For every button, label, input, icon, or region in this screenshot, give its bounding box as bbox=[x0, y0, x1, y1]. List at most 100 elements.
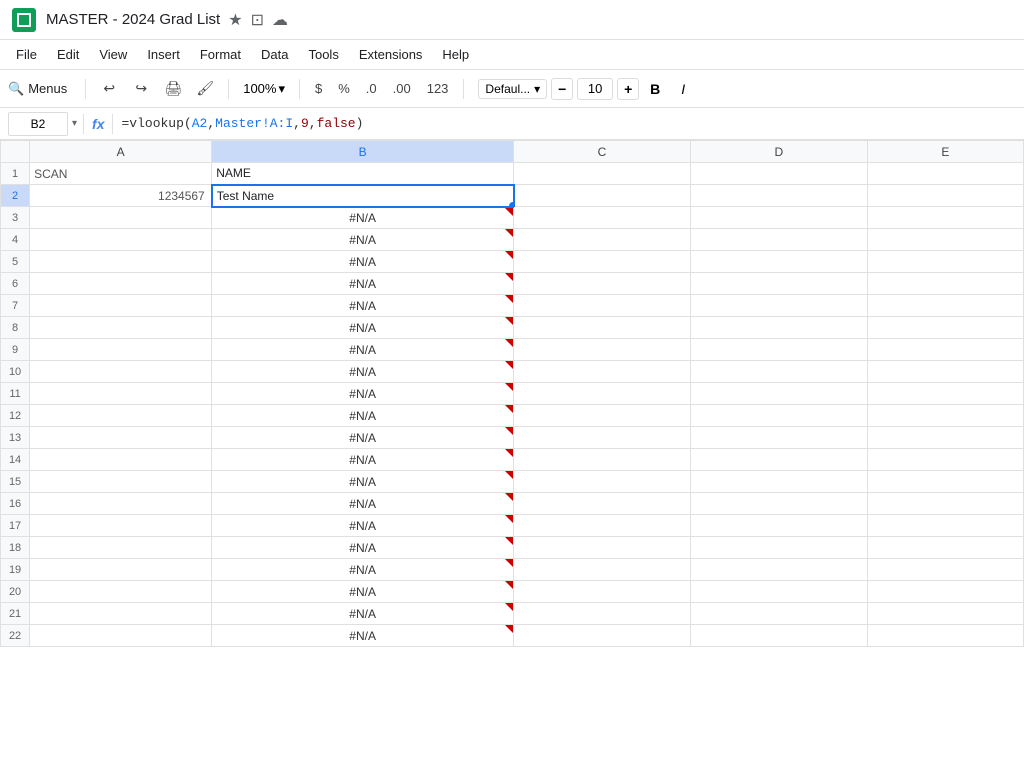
cell-e5[interactable] bbox=[867, 251, 1023, 273]
formula-input[interactable]: =vlookup(A2,Master!A:I,9,false) bbox=[121, 116, 1016, 131]
cell-b1[interactable]: NAME bbox=[212, 163, 514, 185]
cell-a10[interactable] bbox=[30, 361, 212, 383]
cell-c4[interactable] bbox=[514, 229, 691, 251]
font-name-select[interactable]: Defaul... ▾ bbox=[478, 79, 547, 99]
cell-e12[interactable] bbox=[867, 405, 1023, 427]
cell-c16[interactable] bbox=[514, 493, 691, 515]
cell-ref-arrow[interactable]: ▾ bbox=[72, 118, 77, 129]
cell-a12[interactable] bbox=[30, 405, 212, 427]
cell-a9[interactable] bbox=[30, 339, 212, 361]
cell-e10[interactable] bbox=[867, 361, 1023, 383]
cell-a20[interactable] bbox=[30, 581, 212, 603]
cell-e15[interactable] bbox=[867, 471, 1023, 493]
font-size-minus-button[interactable]: − bbox=[551, 78, 573, 100]
cell-b2[interactable]: Test Name bbox=[212, 185, 514, 207]
cell-c7[interactable] bbox=[514, 295, 691, 317]
cell-b18[interactable]: #N/A bbox=[212, 537, 514, 559]
cell-e21[interactable] bbox=[867, 603, 1023, 625]
menu-data[interactable]: Data bbox=[253, 44, 296, 65]
cell-b6[interactable]: #N/A bbox=[212, 273, 514, 295]
decimal-more-button[interactable]: .00 bbox=[388, 79, 416, 98]
cell-b7[interactable]: #N/A bbox=[212, 295, 514, 317]
cell-a5[interactable] bbox=[30, 251, 212, 273]
cell-e1[interactable] bbox=[867, 163, 1023, 185]
cell-d21[interactable] bbox=[690, 603, 867, 625]
cell-c6[interactable] bbox=[514, 273, 691, 295]
cell-b5[interactable]: #N/A bbox=[212, 251, 514, 273]
cell-e4[interactable] bbox=[867, 229, 1023, 251]
bold-button[interactable]: B bbox=[643, 77, 667, 101]
cell-c15[interactable] bbox=[514, 471, 691, 493]
cell-e7[interactable] bbox=[867, 295, 1023, 317]
cell-d16[interactable] bbox=[690, 493, 867, 515]
font-size-plus-button[interactable]: + bbox=[617, 78, 639, 100]
cell-a13[interactable] bbox=[30, 427, 212, 449]
cell-b4[interactable]: #N/A bbox=[212, 229, 514, 251]
cell-a7[interactable] bbox=[30, 295, 212, 317]
cell-d18[interactable] bbox=[690, 537, 867, 559]
cell-c3[interactable] bbox=[514, 207, 691, 229]
menu-view[interactable]: View bbox=[91, 44, 135, 65]
menu-insert[interactable]: Insert bbox=[139, 44, 188, 65]
decimal-less-button[interactable]: .0 bbox=[361, 79, 382, 98]
cell-e9[interactable] bbox=[867, 339, 1023, 361]
zoom-control[interactable]: 100% ▾ bbox=[239, 79, 289, 99]
cell-b14[interactable]: #N/A bbox=[212, 449, 514, 471]
cell-d8[interactable] bbox=[690, 317, 867, 339]
cell-d6[interactable] bbox=[690, 273, 867, 295]
menu-format[interactable]: Format bbox=[192, 44, 249, 65]
cell-c17[interactable] bbox=[514, 515, 691, 537]
cell-e3[interactable] bbox=[867, 207, 1023, 229]
currency-button[interactable]: $ bbox=[310, 79, 327, 98]
font-size-input[interactable] bbox=[577, 78, 613, 100]
cell-b19[interactable]: #N/A bbox=[212, 559, 514, 581]
cell-e16[interactable] bbox=[867, 493, 1023, 515]
cell-d10[interactable] bbox=[690, 361, 867, 383]
cell-c2[interactable] bbox=[514, 185, 691, 207]
cell-a18[interactable] bbox=[30, 537, 212, 559]
cell-c18[interactable] bbox=[514, 537, 691, 559]
menu-file[interactable]: File bbox=[8, 44, 45, 65]
cell-a3[interactable] bbox=[30, 207, 212, 229]
cell-c21[interactable] bbox=[514, 603, 691, 625]
cell-b12[interactable]: #N/A bbox=[212, 405, 514, 427]
cell-c10[interactable] bbox=[514, 361, 691, 383]
cell-e17[interactable] bbox=[867, 515, 1023, 537]
cell-e18[interactable] bbox=[867, 537, 1023, 559]
col-header-d[interactable]: D bbox=[690, 141, 867, 163]
print-button[interactable]: 🖨 bbox=[160, 76, 186, 102]
cell-d12[interactable] bbox=[690, 405, 867, 427]
cell-e14[interactable] bbox=[867, 449, 1023, 471]
cell-b20[interactable]: #N/A bbox=[212, 581, 514, 603]
cell-e6[interactable] bbox=[867, 273, 1023, 295]
percent-button[interactable]: % bbox=[333, 79, 355, 98]
cell-d22[interactable] bbox=[690, 625, 867, 647]
cell-d17[interactable] bbox=[690, 515, 867, 537]
cell-e19[interactable] bbox=[867, 559, 1023, 581]
cell-c19[interactable] bbox=[514, 559, 691, 581]
cell-b13[interactable]: #N/A bbox=[212, 427, 514, 449]
cell-b17[interactable]: #N/A bbox=[212, 515, 514, 537]
cell-c13[interactable] bbox=[514, 427, 691, 449]
cell-d4[interactable] bbox=[690, 229, 867, 251]
cell-d15[interactable] bbox=[690, 471, 867, 493]
cell-d2[interactable] bbox=[690, 185, 867, 207]
cell-d1[interactable] bbox=[690, 163, 867, 185]
menu-tools[interactable]: Tools bbox=[300, 44, 346, 65]
cell-b10[interactable]: #N/A bbox=[212, 361, 514, 383]
cell-c1[interactable] bbox=[514, 163, 691, 185]
cell-b22[interactable]: #N/A bbox=[212, 625, 514, 647]
col-header-b[interactable]: B bbox=[212, 141, 514, 163]
cell-c20[interactable] bbox=[514, 581, 691, 603]
cell-a15[interactable] bbox=[30, 471, 212, 493]
cell-a6[interactable] bbox=[30, 273, 212, 295]
cell-d9[interactable] bbox=[690, 339, 867, 361]
cell-d7[interactable] bbox=[690, 295, 867, 317]
cell-c8[interactable] bbox=[514, 317, 691, 339]
cell-e13[interactable] bbox=[867, 427, 1023, 449]
redo-button[interactable]: ↪ bbox=[128, 76, 154, 102]
cell-a21[interactable] bbox=[30, 603, 212, 625]
cell-c5[interactable] bbox=[514, 251, 691, 273]
col-header-a[interactable]: A bbox=[30, 141, 212, 163]
cell-d3[interactable] bbox=[690, 207, 867, 229]
